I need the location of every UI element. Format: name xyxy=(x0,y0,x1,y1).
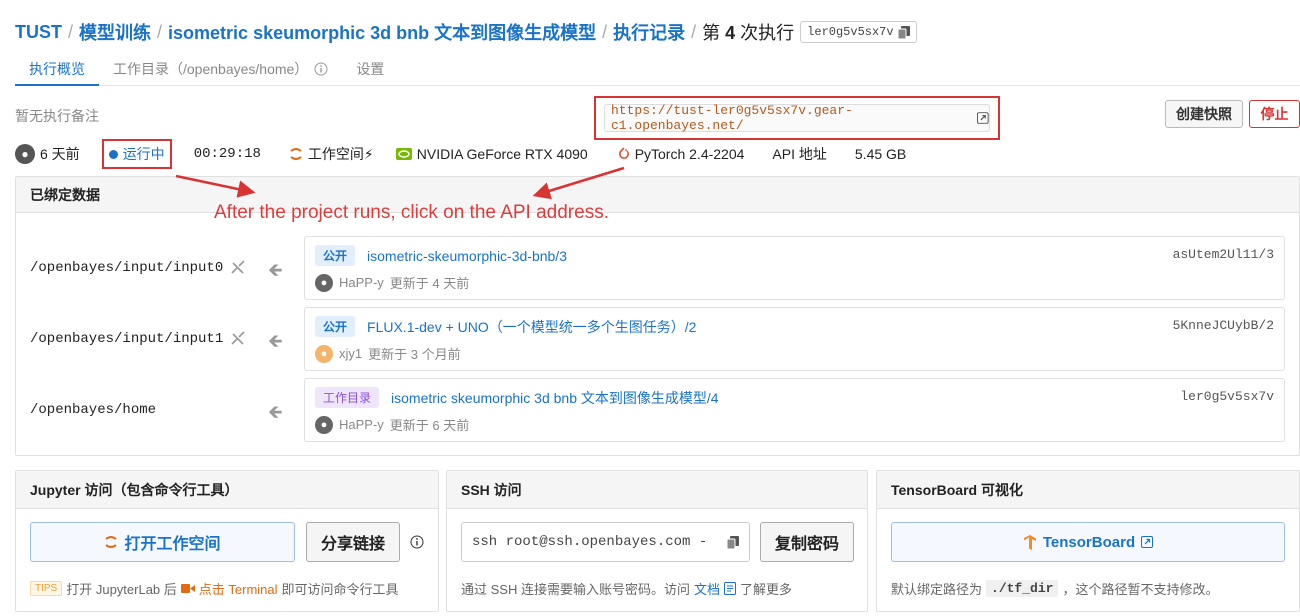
external-link-icon xyxy=(1141,536,1154,548)
tf-dir-path: ./tf_dir xyxy=(986,580,1059,597)
jupyter-icon xyxy=(105,536,118,548)
tensorboard-footer: 默认绑定路径为 ./tf_dir ，这个路径暂不支持修改。 xyxy=(891,580,1219,597)
tensorboard-title: TensorBoard 可视化 xyxy=(877,471,1299,509)
tips-badge: TIPS xyxy=(30,581,63,596)
terminal-link[interactable]: 点击 Terminal xyxy=(199,579,278,598)
copy-password-button[interactable]: 复制密码 xyxy=(760,522,854,562)
jupyter-panel: Jupyter 访问（包含命令行工具） 打开工作空间 分享链接 TIPS 打开 … xyxy=(15,470,439,612)
jupyter-title: Jupyter 访问（包含命令行工具） xyxy=(16,471,438,509)
tensorflow-icon xyxy=(1023,534,1036,550)
ssh-command-field[interactable]: ssh root@ssh.openbayes.com - xyxy=(461,522,750,562)
ssh-footer: 通过 SSH 连接需要输入账号密码。访问 文档 了解更多 xyxy=(461,579,792,598)
video-icon xyxy=(180,584,195,593)
docs-link[interactable]: 文档 xyxy=(694,579,720,598)
share-link-button[interactable]: 分享链接 xyxy=(306,522,400,562)
copy-icon[interactable] xyxy=(727,535,739,549)
annotation-text: After the project runs, click on the API… xyxy=(214,202,609,223)
jupyter-footer: TIPS 打开 JupyterLab 后 点击 Terminal 即可访问命令行… xyxy=(30,579,399,598)
ssh-title: SSH 访问 xyxy=(447,471,867,509)
ssh-panel: SSH 访问 ssh root@ssh.openbayes.com - 复制密码… xyxy=(446,470,868,612)
document-icon xyxy=(723,582,736,595)
info-icon[interactable] xyxy=(410,535,424,549)
tensorboard-panel: TensorBoard 可视化 TensorBoard 默认绑定路径为 ./tf… xyxy=(876,470,1300,612)
open-workspace-button[interactable]: 打开工作空间 xyxy=(30,522,295,562)
open-tensorboard-button[interactable]: TensorBoard xyxy=(891,522,1285,562)
